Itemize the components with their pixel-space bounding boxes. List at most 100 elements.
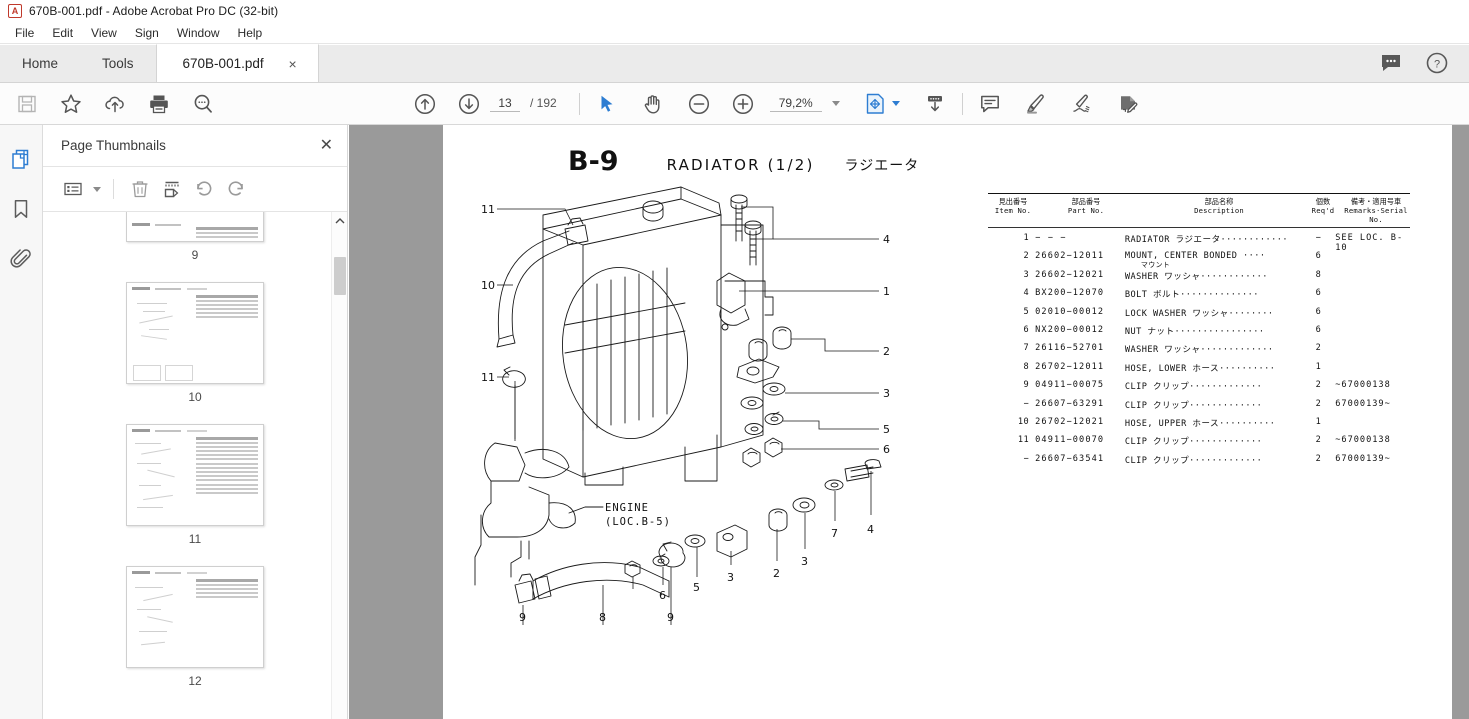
svg-text:(LOC.B-5): (LOC.B-5) [605,516,671,528]
thumbnail-preview [127,212,263,241]
thumbnail-page-12[interactable] [126,566,264,668]
table-row: 6 NX200−00012 NUT ナット················ 6 [988,325,1410,343]
rotate-cw-icon[interactable] [222,176,250,202]
table-row: 2 26602−12011 MOUNT, CENTER BONDED ···· マウン… [988,251,1410,269]
column-header-part-no: 部品番号 Part No. [1038,197,1134,224]
chevron-down-icon[interactable] [831,101,840,106]
cell-required: 2 [1315,453,1322,464]
edit-pdf-icon[interactable] [1115,91,1141,117]
menu-window[interactable]: Window [168,24,229,42]
sign-icon[interactable] [1069,91,1095,117]
column-header-required-jp: 個数 [1315,197,1331,206]
svg-text:2: 2 [773,567,780,580]
fit-page-icon[interactable] [862,91,888,117]
column-header-item-no-jp: 見出番号 [998,197,1028,206]
page-code: B-9 [568,146,619,177]
highlighter-icon[interactable] [1023,91,1049,117]
cell-part-no: 26602−12011 [1035,251,1105,262]
page-number-input[interactable] [490,95,520,112]
bookmarks-icon[interactable] [7,195,35,223]
rotate-ccw-icon[interactable] [190,176,218,202]
tab-tools[interactable]: Tools [80,44,156,82]
page-thumbnails-icon[interactable] [7,145,35,173]
cell-required: 2 [1315,380,1322,391]
table-header-row: 見出番号 Item No. 部品番号 Part No. 部品名称 Descrip… [988,194,1410,227]
thumbnail-page-11[interactable] [126,424,264,526]
document-viewport[interactable]: B-9 RADIATOR (1/2) ラジエータ 11 10 11 4 1 2 … [349,125,1469,719]
tab-document[interactable]: 670B-001.pdf × [155,44,319,82]
pdf-page: B-9 RADIATOR (1/2) ラジエータ 11 10 11 4 1 2 … [443,125,1452,719]
upload-cloud-icon[interactable] [102,91,128,117]
scroll-down-icon[interactable] [922,91,948,117]
cell-item-no: 4 [1023,288,1030,299]
cell-item-no: 1 [1023,233,1030,243]
zoom-in-icon[interactable] [730,91,756,117]
cell-required: 2 [1315,343,1322,354]
cell-part-no: 26602−12021 [1035,269,1105,280]
list-item[interactable]: 9 [43,212,347,282]
thumbnail-page-9[interactable] [126,212,264,242]
cell-required: 2 [1315,398,1322,409]
comment-icon[interactable] [977,91,1003,117]
table-row: −26607−63291 CLIP クリップ············· 2 67000… [988,399,1410,417]
svg-text:4: 4 [883,233,890,246]
hand-icon[interactable] [640,91,666,117]
arrow-up-circle-icon[interactable] [412,91,438,117]
tab-strip: Home Tools 670B-001.pdf × ? [0,44,1469,83]
thumbnails-toolbar [43,167,347,212]
arrow-down-circle-icon[interactable] [456,91,482,117]
table-row: 1 − − − RADIATOR ラジエータ············ − SEE LOC… [988,233,1410,253]
fit-page-chevron-icon[interactable] [891,101,900,106]
delete-icon[interactable] [126,176,154,202]
list-item[interactable]: 10 [43,282,347,424]
cell-part-no: 04911−00070 [1035,435,1105,446]
menu-view[interactable]: View [82,24,126,42]
star-icon[interactable] [58,91,84,117]
scroll-up-icon[interactable] [332,212,347,229]
column-header-description: 部品名称 Description [1134,197,1304,224]
help-icon[interactable]: ? [1425,51,1449,75]
cell-description: BOLT ボルト·············· [1124,290,1259,301]
title-bar: A 670B-001.pdf - Adobe Acrobat Pro DC (3… [0,0,1469,22]
list-item[interactable]: 11 [43,424,347,566]
cell-part-no: 26702−12011 [1035,361,1105,372]
extract-pages-icon[interactable] [158,176,186,202]
thumbnails-scrollbar[interactable] [331,212,347,719]
cell-required: 6 [1315,324,1322,335]
cell-item-no: 2 [1023,251,1030,262]
thumbnail-number: 11 [188,532,202,546]
zoom-level-input[interactable] [769,95,822,112]
cell-remarks: 67000139~ [1335,453,1391,464]
thumbnails-list[interactable]: 9 10 11 12 [43,212,347,719]
close-icon[interactable]: ✕ [320,137,333,154]
menu-help[interactable]: Help [229,24,272,42]
close-icon[interactable]: × [286,57,300,71]
cell-required: 1 [1315,416,1322,427]
zoom-out-icon[interactable] [686,91,712,117]
thumbnail-page-10[interactable] [126,282,264,384]
parts-table: 見出番号 Item No. 部品番号 Part No. 部品名称 Descrip… [988,193,1410,472]
options-list-icon[interactable] [59,176,87,202]
svg-text:4: 4 [867,523,874,536]
chat-icon[interactable] [1379,51,1403,75]
menu-edit[interactable]: Edit [43,24,82,42]
list-item[interactable]: 12 [43,566,347,708]
attachments-icon[interactable] [7,245,35,273]
table-body: 1 − − − RADIATOR ラジエータ············ − SEE LOC… [988,228,1410,472]
cursor-icon[interactable] [594,91,620,117]
print-icon[interactable] [146,91,172,117]
cell-description-jp: マウント [1140,260,1171,269]
cell-part-no: 26702−12021 [1035,416,1105,427]
menu-file[interactable]: File [6,24,43,42]
cell-description: LOCK WASHER ワッシャ········ [1124,308,1274,319]
page-title: B-9 RADIATOR (1/2) ラジエータ [568,146,919,177]
column-header-description-jp: 部品名称 [1204,197,1234,206]
scrollbar-thumb[interactable] [334,257,346,295]
tab-home[interactable]: Home [0,44,80,82]
chevron-down-icon[interactable] [93,186,101,192]
acrobat-window: A 670B-001.pdf - Adobe Acrobat Pro DC (3… [0,0,1469,719]
save-icon[interactable] [14,91,40,117]
menu-sign[interactable]: Sign [126,24,168,42]
cell-remarks: 67000139~ [1335,398,1391,409]
search-icon[interactable] [190,91,216,117]
